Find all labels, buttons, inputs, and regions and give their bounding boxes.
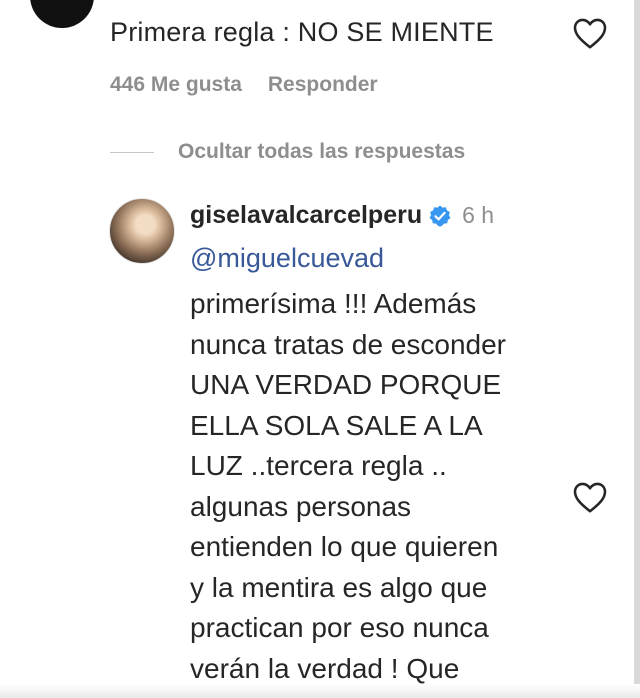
reply-button[interactable]: Responder — [268, 73, 378, 97]
hide-replies-label: Ocultar todas las respuestas — [178, 140, 466, 163]
top-comment-meta: 446 Me gusta Responder — [110, 73, 378, 97]
hide-replies-button[interactable]: Ocultar todas las respuestas — [110, 140, 465, 164]
window-edge — [634, 0, 640, 698]
top-comment-text: Primera regla : NO SE MIENTE — [110, 17, 494, 47]
heart-icon — [573, 482, 607, 513]
reply-text-line: primerísima !!! Además — [190, 288, 477, 319]
reply-header: giselavalcarcelperu 6 h — [190, 201, 494, 230]
mention-link[interactable]: @miguelcuevad — [190, 243, 384, 274]
verified-badge-icon — [429, 205, 451, 226]
heart-icon — [573, 18, 607, 49]
reply-text: primerísima !!! Además nunca tratas de e… — [190, 284, 570, 689]
reply-timestamp: 6 h — [462, 202, 495, 228]
divider-line — [110, 151, 154, 153]
reply-text-line: verán la verdad ! Que — [190, 652, 460, 684]
reply-text-line: ELLA SOLA SALE A LA — [190, 409, 483, 441]
like-count[interactable]: 446 Me gusta — [110, 73, 242, 97]
reply-text-line: LUZ ..tercera regla .. — [190, 450, 447, 481]
reply-text-line: y la mentira es algo que — [190, 571, 488, 603]
reply-text-line: nunca tratas de esconder — [190, 328, 506, 360]
reply-text-line: practican por eso nunca — [190, 612, 489, 643]
reply-avatar[interactable] — [109, 198, 175, 264]
reply-text-line: entienden lo que quieren — [190, 531, 499, 562]
reply-username[interactable]: giselavalcarcelperu — [190, 201, 422, 230]
reply-text-line: algunas personas — [190, 490, 412, 522]
heart-icon[interactable] — [572, 480, 608, 514]
heart-icon[interactable] — [572, 16, 608, 50]
reply-text-line: UNA VERDAD PORQUE — [190, 369, 502, 400]
top-comment-avatar[interactable] — [30, 0, 94, 28]
